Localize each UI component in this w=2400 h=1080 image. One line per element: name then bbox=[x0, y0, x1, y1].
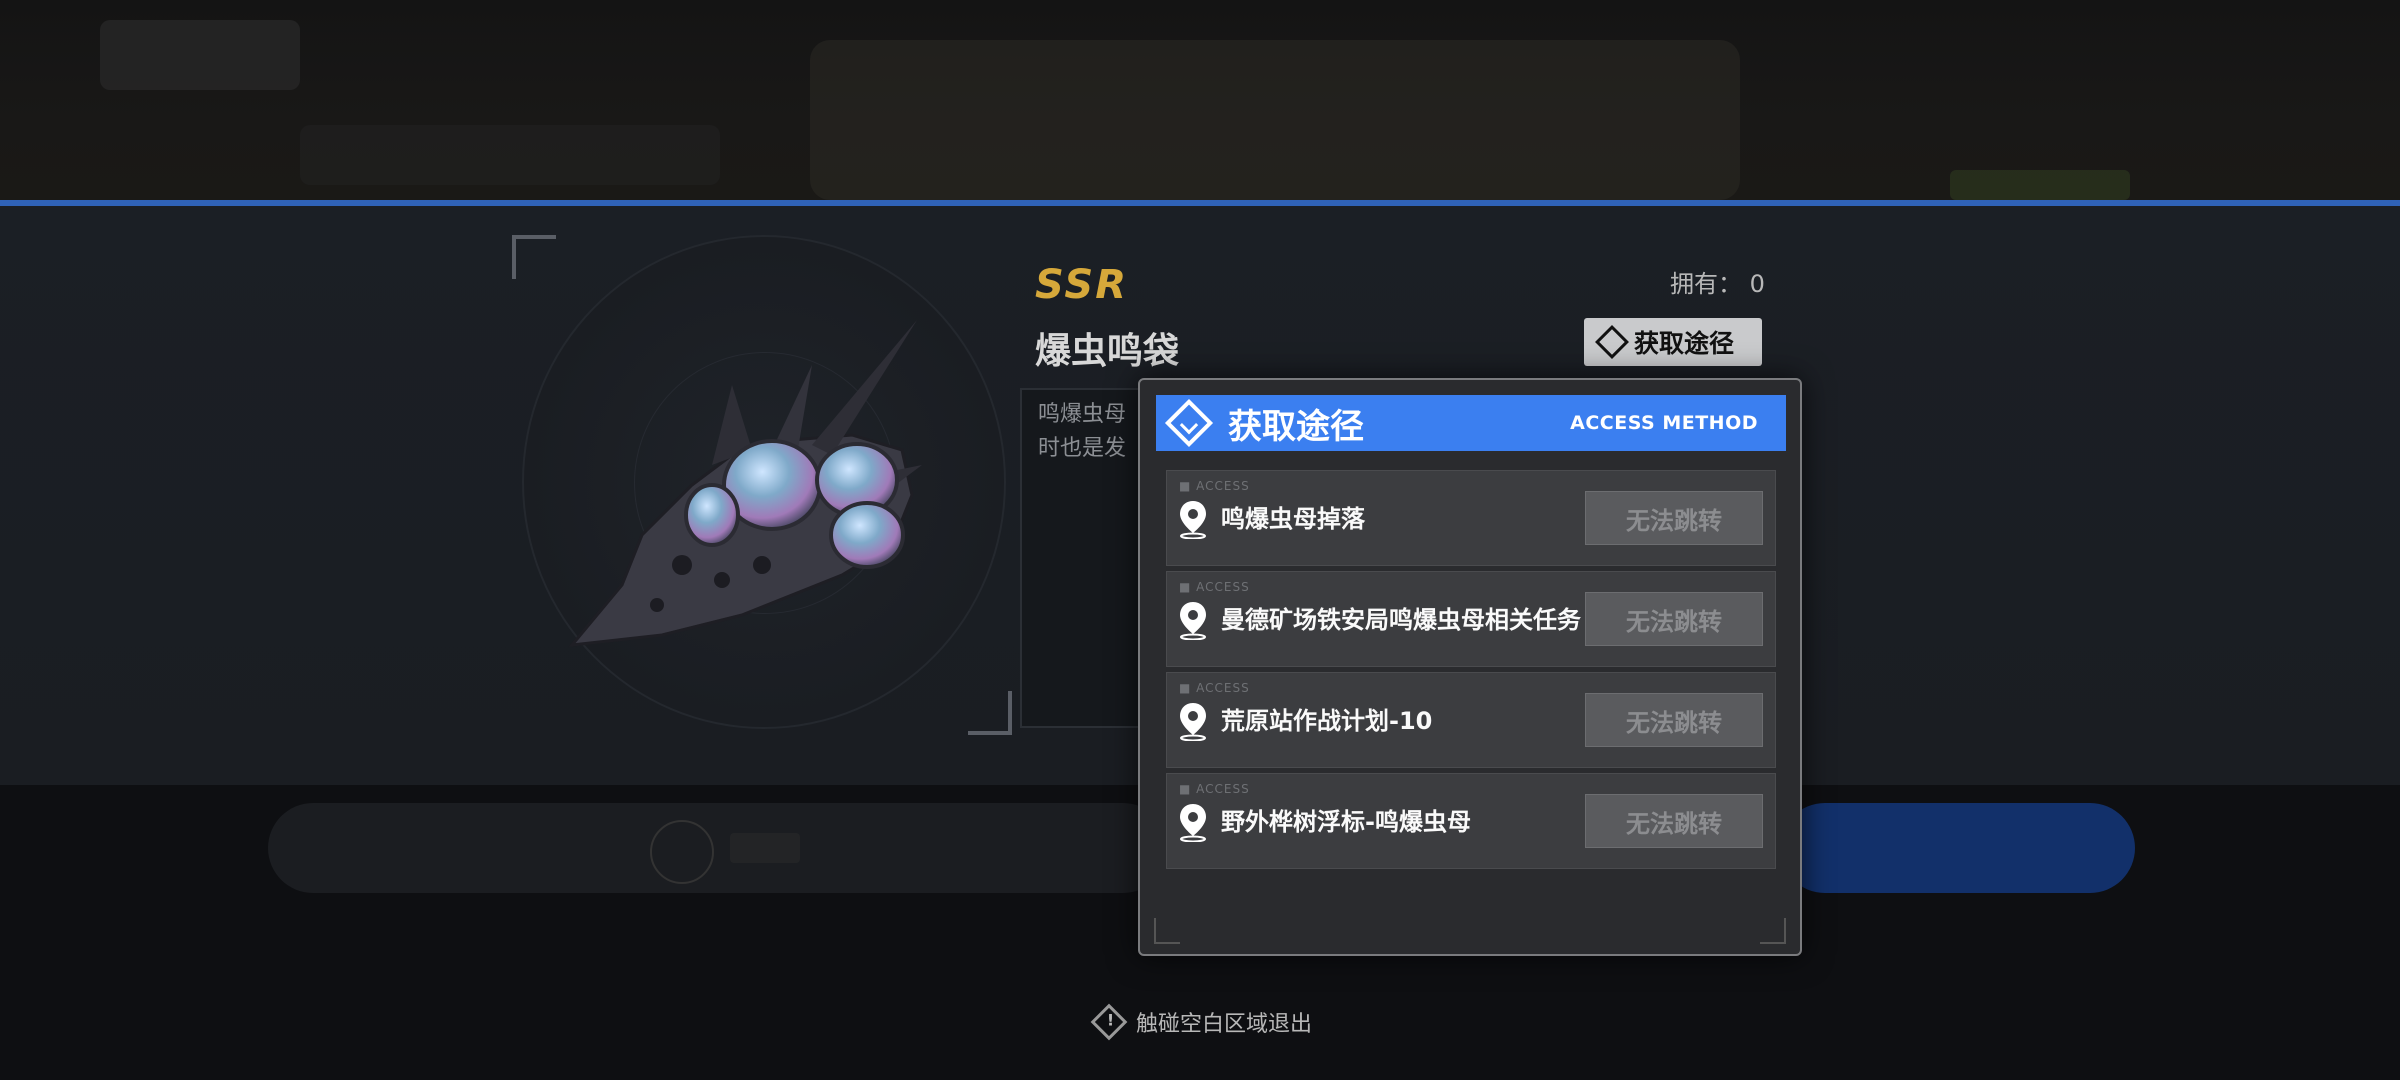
blurred-scene bbox=[810, 40, 1740, 200]
blurred-right-button bbox=[1780, 803, 2135, 893]
item-creature-icon bbox=[568, 320, 922, 647]
access-row: ■ ACCESS 鸣爆虫母掉落 无法跳转 bbox=[1166, 470, 1776, 566]
dialog-title: 获取途径 bbox=[1228, 406, 1364, 447]
access-list: ■ ACCESS 鸣爆虫母掉落 无法跳转 ■ ACCESS 曼德矿场铁安局鸣爆虫… bbox=[1166, 470, 1776, 874]
description-text: 鸣爆虫母 时也是发 bbox=[1038, 402, 1127, 461]
location-pin-icon bbox=[1180, 804, 1206, 842]
dialog-corner-br bbox=[1760, 918, 1786, 944]
exit-hint: ! 触碰空白区域退出 bbox=[1090, 1003, 1313, 1041]
dialog-corner-bl bbox=[1154, 918, 1180, 944]
access-method-dialog: 获取途径 ACCESS METHOD ■ ACCESS 鸣爆虫母掉落 无法跳转 … bbox=[1138, 378, 1802, 956]
access-diamond-icon bbox=[1595, 325, 1629, 359]
access-row-label: 荒原站作战计划-10 bbox=[1221, 706, 1433, 735]
dialog-header: 获取途径 ACCESS METHOD bbox=[1156, 395, 1786, 451]
exit-hint-text: 触碰空白区域退出 bbox=[1136, 1012, 1313, 1037]
blurred-back-button bbox=[100, 20, 300, 90]
access-method-button[interactable]: 获取途径 bbox=[1584, 318, 1762, 366]
background-top bbox=[0, 0, 2400, 200]
jump-button[interactable]: 无法跳转 bbox=[1585, 491, 1763, 545]
location-pin-icon bbox=[1180, 602, 1206, 640]
warning-icon: ! bbox=[1090, 1003, 1128, 1041]
access-row: ■ ACCESS 曼德矿场铁安局鸣爆虫母相关任务 无法跳转 bbox=[1166, 571, 1776, 667]
jump-button[interactable]: 无法跳转 bbox=[1585, 794, 1763, 848]
access-row-label: 鸣爆虫母掉落 bbox=[1221, 504, 1365, 533]
item-artwork bbox=[512, 235, 1012, 735]
blurred-text bbox=[300, 125, 720, 185]
access-row: ■ ACCESS 野外桦树浮标-鸣爆虫母 无法跳转 bbox=[1166, 773, 1776, 869]
blurred-button-icon bbox=[650, 820, 714, 884]
blurred-badge bbox=[1950, 170, 2130, 200]
jump-button[interactable]: 无法跳转 bbox=[1585, 592, 1763, 646]
access-row-label: 野外桦树浮标-鸣爆虫母 bbox=[1221, 807, 1471, 836]
blurred-left-button bbox=[268, 803, 1168, 893]
access-row: ■ ACCESS 荒原站作战计划-10 无法跳转 bbox=[1166, 672, 1776, 768]
rarity-badge: SSR bbox=[1035, 262, 1128, 308]
dialog-subtitle: ACCESS METHOD bbox=[1570, 412, 1758, 434]
access-route-icon bbox=[1164, 398, 1214, 448]
access-method-label: 获取途径 bbox=[1634, 329, 1735, 358]
owned-count: 拥有： 0 bbox=[1670, 270, 1765, 298]
jump-button[interactable]: 无法跳转 bbox=[1585, 693, 1763, 747]
frame-corner-br bbox=[968, 691, 1012, 735]
item-name: 爆虫鸣袋 bbox=[1035, 331, 1180, 372]
location-pin-icon bbox=[1180, 501, 1206, 539]
location-pin-icon bbox=[1180, 703, 1206, 741]
access-row-label: 曼德矿场铁安局鸣爆虫母相关任务 bbox=[1221, 605, 1581, 634]
blurred-button-label bbox=[730, 833, 800, 863]
